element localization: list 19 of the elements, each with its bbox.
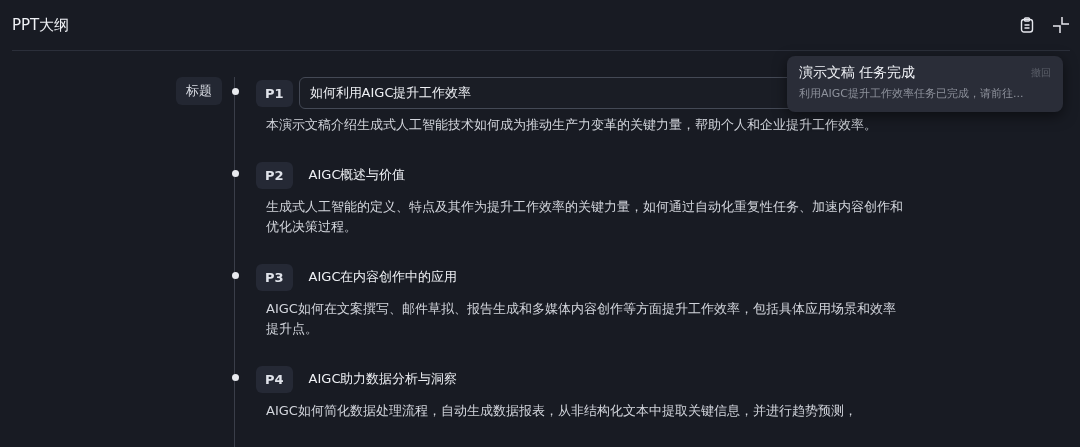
timeline-dot xyxy=(231,88,239,95)
slide-description: 本演示文稿介绍生成式人工智能技术如何成为推动生产力变革的关键力量，帮助个人和企业提升工作效率。 xyxy=(266,116,878,134)
collapse-icon[interactable] xyxy=(1052,16,1070,34)
page-badge: P3 xyxy=(256,263,293,291)
section-label: 标题 xyxy=(176,77,222,105)
slide-description: AIGC如何在文案撰写、邮件草拟、报告生成和多媒体内容创作等方面提升工作效率，包括具体应用场景和效率提升点。 xyxy=(266,300,897,338)
slide-description: 生成式人工智能的定义、特点及其作为提升工作效率的关键力量，如何通过自动化重复性任务、加速内容创作和优化决策过程。 xyxy=(266,198,904,236)
slide-title[interactable]: AIGC概述与价值 xyxy=(298,166,406,184)
page-badge: P4 xyxy=(256,365,293,393)
page-badge: P2 xyxy=(256,161,293,189)
page-badge: P1 xyxy=(256,79,293,107)
slide-description: AIGC如何简化数据处理流程，自动生成数据报表，从非结构化文本中提取关键信息，并进行趋势预测， xyxy=(266,402,858,420)
timeline-dot xyxy=(231,374,239,381)
slide-title[interactable]: AIGC助力数据分析与洞察 xyxy=(298,370,458,388)
timeline-dot xyxy=(231,170,239,177)
page-title: PPT大纲 xyxy=(12,15,70,35)
clipboard-icon[interactable] xyxy=(1020,17,1034,33)
slide-title[interactable]: AIGC在内容创作中的应用 xyxy=(298,268,458,286)
timeline-dot xyxy=(231,272,239,279)
